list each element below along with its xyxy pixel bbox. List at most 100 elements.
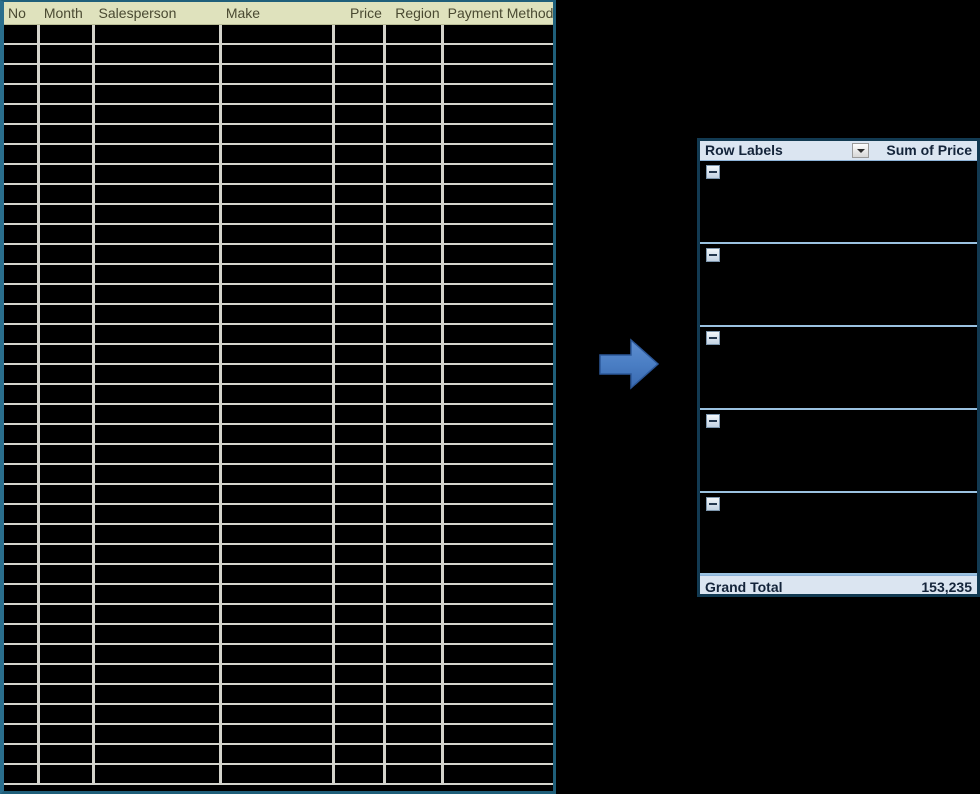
table-cell[interactable] bbox=[443, 25, 553, 43]
table-row[interactable] bbox=[4, 765, 553, 785]
table-cell[interactable] bbox=[94, 145, 222, 163]
table-cell[interactable] bbox=[39, 565, 95, 583]
table-cell[interactable] bbox=[4, 445, 40, 463]
table-cell[interactable] bbox=[39, 685, 95, 703]
table-cell[interactable] bbox=[335, 645, 386, 663]
table-row[interactable] bbox=[4, 565, 553, 585]
table-cell[interactable] bbox=[443, 625, 553, 643]
table-cell[interactable] bbox=[221, 765, 336, 783]
table-cell[interactable] bbox=[385, 405, 444, 423]
collapse-minus-icon[interactable] bbox=[706, 165, 720, 179]
table-cell[interactable] bbox=[385, 625, 444, 643]
table-cell[interactable] bbox=[4, 345, 40, 363]
table-cell[interactable] bbox=[4, 385, 40, 403]
table-cell[interactable] bbox=[385, 265, 444, 283]
table-cell[interactable] bbox=[443, 425, 553, 443]
table-cell[interactable] bbox=[94, 325, 222, 343]
collapse-minus-icon[interactable] bbox=[706, 414, 720, 428]
column-header-month[interactable]: Month bbox=[40, 2, 95, 24]
table-cell[interactable] bbox=[443, 525, 553, 543]
table-cell[interactable] bbox=[39, 725, 95, 743]
table-cell[interactable] bbox=[335, 85, 386, 103]
table-cell[interactable] bbox=[94, 525, 222, 543]
table-cell[interactable] bbox=[385, 445, 444, 463]
table-cell[interactable] bbox=[335, 665, 386, 683]
table-cell[interactable] bbox=[4, 365, 40, 383]
table-cell[interactable] bbox=[443, 265, 553, 283]
table-cell[interactable] bbox=[39, 245, 95, 263]
table-cell[interactable] bbox=[335, 405, 386, 423]
table-cell[interactable] bbox=[94, 745, 222, 763]
table-cell[interactable] bbox=[94, 85, 222, 103]
table-cell[interactable] bbox=[39, 525, 95, 543]
table-cell[interactable] bbox=[335, 705, 386, 723]
table-cell[interactable] bbox=[443, 645, 553, 663]
table-cell[interactable] bbox=[443, 245, 553, 263]
column-header-payment-method[interactable]: Payment Method bbox=[444, 2, 553, 24]
table-cell[interactable] bbox=[39, 45, 95, 63]
table-cell[interactable] bbox=[4, 565, 40, 583]
table-row[interactable] bbox=[4, 485, 553, 505]
pivot-group-row[interactable] bbox=[700, 327, 977, 410]
table-cell[interactable] bbox=[335, 285, 386, 303]
table-cell[interactable] bbox=[4, 285, 40, 303]
source-data-table[interactable]: No Month Salesperson Make Price Region P… bbox=[0, 0, 556, 794]
table-cell[interactable] bbox=[4, 425, 40, 443]
table-cell[interactable] bbox=[94, 365, 222, 383]
table-cell[interactable] bbox=[4, 145, 40, 163]
table-cell[interactable] bbox=[4, 525, 40, 543]
table-cell[interactable] bbox=[335, 165, 386, 183]
table-row[interactable] bbox=[4, 65, 553, 85]
table-row[interactable] bbox=[4, 725, 553, 745]
pivot-header-row-labels[interactable]: Row Labels bbox=[700, 141, 852, 160]
table-row[interactable] bbox=[4, 645, 553, 665]
table-row[interactable] bbox=[4, 265, 553, 285]
table-cell[interactable] bbox=[4, 745, 40, 763]
table-row[interactable] bbox=[4, 345, 553, 365]
table-cell[interactable] bbox=[4, 85, 40, 103]
table-cell[interactable] bbox=[221, 125, 336, 143]
table-cell[interactable] bbox=[335, 265, 386, 283]
table-cell[interactable] bbox=[94, 425, 222, 443]
table-cell[interactable] bbox=[94, 185, 222, 203]
table-cell[interactable] bbox=[335, 185, 386, 203]
table-cell[interactable] bbox=[4, 225, 40, 243]
table-row[interactable] bbox=[4, 205, 553, 225]
table-cell[interactable] bbox=[443, 745, 553, 763]
table-cell[interactable] bbox=[94, 645, 222, 663]
table-cell[interactable] bbox=[221, 105, 336, 123]
table-row[interactable] bbox=[4, 705, 553, 725]
table-cell[interactable] bbox=[39, 765, 95, 783]
table-cell[interactable] bbox=[39, 365, 95, 383]
pivot-group-row[interactable] bbox=[700, 161, 977, 244]
table-cell[interactable] bbox=[94, 385, 222, 403]
column-header-make[interactable]: Make bbox=[222, 2, 335, 24]
table-cell[interactable] bbox=[385, 325, 444, 343]
table-cell[interactable] bbox=[39, 705, 95, 723]
table-cell[interactable] bbox=[221, 565, 336, 583]
table-cell[interactable] bbox=[443, 105, 553, 123]
table-cell[interactable] bbox=[443, 365, 553, 383]
table-cell[interactable] bbox=[4, 545, 40, 563]
table-cell[interactable] bbox=[443, 605, 553, 623]
table-cell[interactable] bbox=[221, 425, 336, 443]
table-cell[interactable] bbox=[385, 65, 444, 83]
table-cell[interactable] bbox=[221, 245, 336, 263]
table-cell[interactable] bbox=[335, 505, 386, 523]
table-cell[interactable] bbox=[385, 725, 444, 743]
column-header-salesperson[interactable]: Salesperson bbox=[95, 2, 222, 24]
table-cell[interactable] bbox=[4, 245, 40, 263]
table-cell[interactable] bbox=[443, 465, 553, 483]
table-row[interactable] bbox=[4, 365, 553, 385]
table-cell[interactable] bbox=[39, 625, 95, 643]
table-cell[interactable] bbox=[335, 485, 386, 503]
table-cell[interactable] bbox=[443, 705, 553, 723]
table-cell[interactable] bbox=[221, 605, 336, 623]
table-cell[interactable] bbox=[39, 65, 95, 83]
table-cell[interactable] bbox=[94, 485, 222, 503]
table-cell[interactable] bbox=[4, 165, 40, 183]
table-cell[interactable] bbox=[94, 445, 222, 463]
table-cell[interactable] bbox=[39, 505, 95, 523]
table-cell[interactable] bbox=[385, 425, 444, 443]
column-header-price[interactable]: Price bbox=[335, 2, 386, 24]
